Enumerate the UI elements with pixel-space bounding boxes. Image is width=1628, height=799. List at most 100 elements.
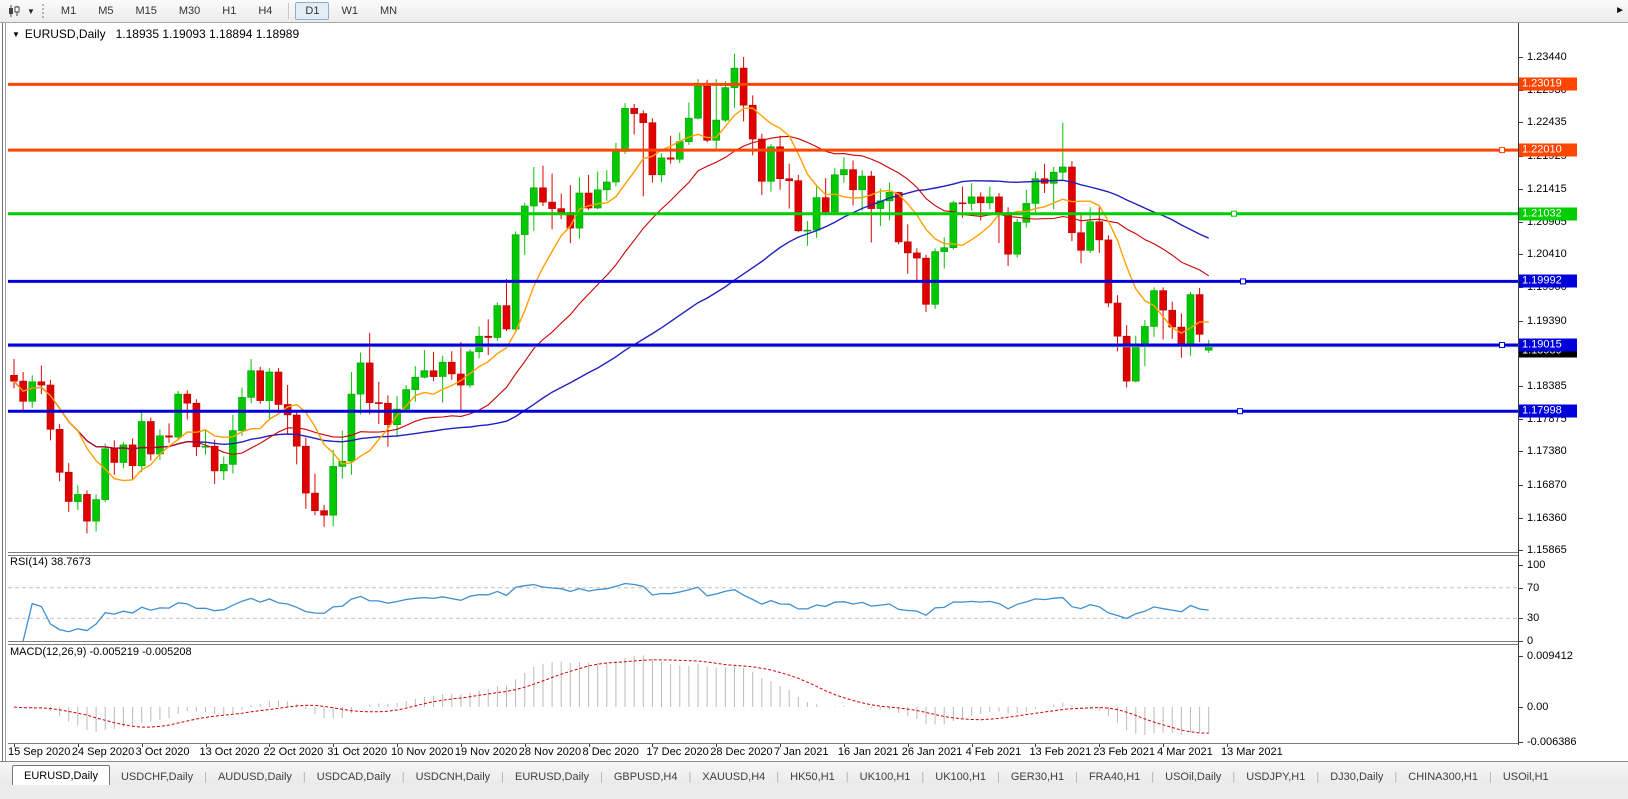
main-chart-panel[interactable] — [8, 24, 1518, 552]
macd-axis-tick-label: 0.00 — [1527, 701, 1548, 713]
time-axis-label: 13 Mar 2021 — [1221, 746, 1283, 758]
price-axis-tick — [1519, 451, 1523, 452]
symbol-dropdown-icon[interactable]: ▼ — [12, 30, 20, 39]
chart-tab-usoil-daily[interactable]: USOil,Daily — [1154, 767, 1232, 786]
chart-type-dropdown-icon[interactable]: ▼ — [27, 7, 35, 16]
chart-tab-uk100-h1[interactable]: UK100,H1 — [924, 767, 997, 786]
macd-axis-tick-label: 0.009412 — [1527, 650, 1573, 662]
price-axis-tick-label: 1.18385 — [1527, 380, 1567, 392]
price-axis-tick-label: 1.21415 — [1527, 183, 1567, 195]
hline-price-tag: 1.19992 — [1519, 275, 1577, 288]
time-axis-label: 19 Nov 2020 — [455, 746, 517, 758]
chart-tab-ger30-h1[interactable]: GER30,H1 — [1000, 767, 1075, 786]
macd-axis-tick — [1519, 656, 1523, 657]
chart-tab-usdcad-daily[interactable]: USDCAD,Daily — [306, 767, 402, 786]
price-axis-tick-label: 1.15865 — [1527, 544, 1567, 556]
chart-tab-eurusd-daily[interactable]: EURUSD,Daily — [12, 765, 110, 786]
time-axis-label: 16 Jan 2021 — [838, 746, 899, 758]
time-axis-label: 7 Jan 2021 — [774, 746, 828, 758]
price-axis-tick — [1519, 485, 1523, 486]
chart-title: ▼ EURUSD,Daily 1.18935 1.19093 1.18894 1.… — [12, 27, 299, 41]
timeframe-button-m15[interactable]: M15 — [125, 2, 166, 20]
price-axis-tick-label: 1.16360 — [1527, 512, 1567, 524]
timeframe-button-m30[interactable]: M30 — [169, 2, 210, 20]
price-axis-tick — [1519, 518, 1523, 519]
chart-tab-gbpusd-h4[interactable]: GBPUSD,H4 — [603, 767, 689, 786]
time-axis[interactable]: 15 Sep 202024 Sep 20203 Oct 2020 13 Oct 2… — [8, 744, 1518, 760]
price-axis-tick — [1519, 254, 1523, 255]
time-axis-label: 22 Oct 2020 — [263, 746, 323, 758]
time-axis-label: 4 Mar 2021 — [1157, 746, 1213, 758]
chart-tab-usoil-h1[interactable]: USOil,H1 — [1492, 767, 1560, 786]
chart-tab-hk50-h1[interactable]: HK50,H1 — [779, 767, 846, 786]
chart-tab-usdcnh-daily[interactable]: USDCNH,Daily — [405, 767, 502, 786]
macd-label: MACD(12,26,9) -0.005219 -0.005208 — [10, 646, 192, 658]
time-axis-label: 15 Sep 2020 — [8, 746, 70, 758]
timeframe-toolbar: ▼ M1M5M15M30H1H4 D1W1MN — [0, 0, 1628, 23]
price-axis-tick-label: 1.19390 — [1527, 315, 1567, 327]
chart-tab-usdjpy-h1[interactable]: USDJPY,H1 — [1235, 767, 1316, 786]
price-axis-tick-label: 1.20410 — [1527, 248, 1567, 260]
tab-scroll-right-icon[interactable]: ► — [1615, 5, 1625, 16]
rsi-axis-tick — [1519, 641, 1523, 642]
price-axis[interactable]: 1.234401.229301.224351.219251.214151.209… — [1518, 23, 1628, 745]
timeframe-button-mn[interactable]: MN — [370, 2, 407, 20]
timeframe-button-h4[interactable]: H4 — [248, 2, 282, 20]
hline-price-tag: 1.23019 — [1519, 78, 1577, 91]
price-axis-tick — [1519, 189, 1523, 190]
window-left-border — [2, 23, 3, 761]
macd-axis-tick-label: -0.006386 — [1527, 736, 1577, 748]
rsi-axis-tick — [1519, 588, 1523, 589]
hline-price-tag: 1.19015 — [1519, 338, 1577, 351]
timeframe-button-m1[interactable]: M1 — [51, 2, 86, 20]
hline-price-tag: 1.22010 — [1519, 144, 1577, 157]
rsi-axis-tick-label: 100 — [1527, 559, 1545, 571]
chart-tab-fra40-h1[interactable]: FRA40,H1 — [1078, 767, 1151, 786]
chart-tab-usdchf-daily[interactable]: USDCHF,Daily — [110, 767, 204, 786]
timeframe-button-d1[interactable]: D1 — [295, 2, 329, 20]
rsi-axis-tick-label: 30 — [1527, 612, 1539, 624]
price-axis-tick — [1519, 222, 1523, 223]
mt4-terminal: { "toolbar": { "chart_type_icon": "candl… — [0, 0, 1628, 799]
macd-panel[interactable] — [8, 644, 1518, 743]
price-axis-tick — [1519, 386, 1523, 387]
chart-tab-uk100-h1[interactable]: UK100,H1 — [849, 767, 922, 786]
time-axis-label: 23 Feb 2021 — [1093, 746, 1155, 758]
chart-tab-china300-h1[interactable]: CHINA300,H1 — [1397, 767, 1489, 786]
time-axis-label: 13 Oct 2020 — [200, 746, 260, 758]
chart-tab-audusd-daily[interactable]: AUDUSD,Daily — [207, 767, 303, 786]
time-axis-label: 13 Feb 2021 — [1029, 746, 1091, 758]
toolbar-separator — [288, 3, 289, 19]
time-axis-label: 24 Sep 2020 — [72, 746, 134, 758]
rsi-axis-tick — [1519, 565, 1523, 566]
rsi-axis-tick — [1519, 618, 1523, 619]
price-axis-tick — [1519, 321, 1523, 322]
price-axis-tick — [1519, 122, 1523, 123]
chart-tab-dj30-daily[interactable]: DJ30,Daily — [1319, 767, 1394, 786]
time-axis-label: 28 Nov 2020 — [519, 746, 581, 758]
price-axis-tick-label: 1.17380 — [1527, 445, 1567, 457]
time-axis-label: 10 Nov 2020 — [391, 746, 453, 758]
hline-price-tag: 1.21032 — [1519, 207, 1577, 220]
time-axis-label: 8 Dec 2020 — [583, 746, 639, 758]
hline-price-tag: 1.17998 — [1519, 405, 1577, 418]
chart-tab-eurusd-daily[interactable]: EURUSD,Daily — [504, 767, 600, 786]
price-axis-tick-label: 1.22435 — [1527, 116, 1567, 128]
price-axis-tick — [1519, 57, 1523, 58]
rsi-panel[interactable] — [8, 555, 1518, 641]
price-axis-tick — [1519, 419, 1523, 420]
chart-ohlc: 1.18935 1.19093 1.18894 1.18989 — [116, 27, 300, 41]
time-axis-label: 17 Dec 2020 — [646, 746, 708, 758]
timeframe-button-m5[interactable]: M5 — [88, 2, 123, 20]
toolbar-grip — [42, 4, 44, 18]
time-axis-label: 26 Jan 2021 — [902, 746, 963, 758]
timeframe-button-h1[interactable]: H1 — [212, 2, 246, 20]
timeframe-button-w1[interactable]: W1 — [331, 2, 368, 20]
price-axis-tick-label: 1.23440 — [1527, 51, 1567, 63]
chart-symbol-period: EURUSD,Daily — [25, 27, 106, 41]
price-axis-tick-label: 1.16870 — [1527, 479, 1567, 491]
time-axis-label: 3 Oct 2020 — [136, 746, 190, 758]
macd-axis-tick — [1519, 742, 1523, 743]
candlestick-chart-icon[interactable] — [4, 3, 24, 19]
chart-tab-xauusd-h4[interactable]: XAUUSD,H4 — [691, 767, 776, 786]
